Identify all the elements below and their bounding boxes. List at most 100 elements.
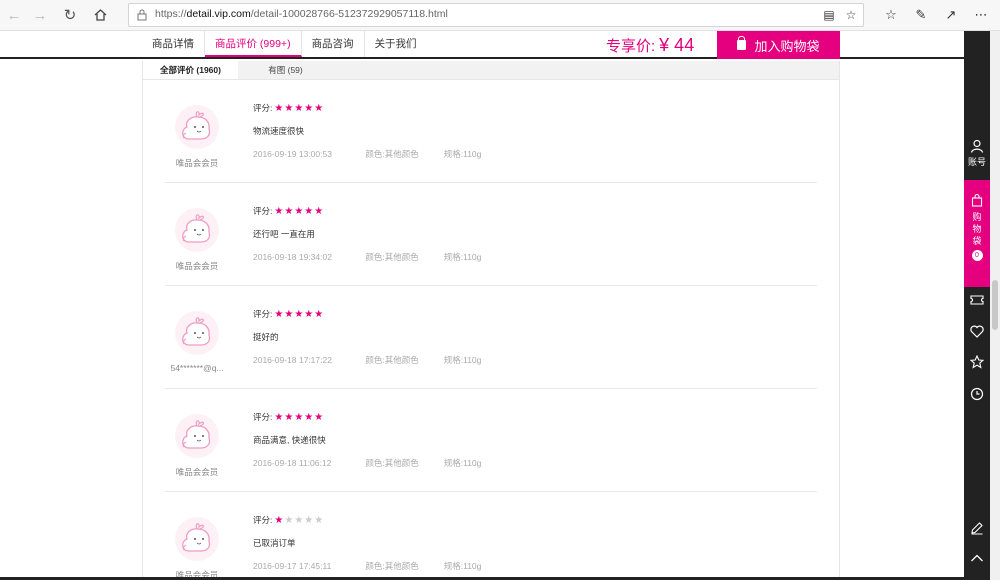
star-icon: ★ [304, 411, 315, 423]
review-spec: 规格:110g [443, 561, 482, 571]
review-date: 2016-09-18 17:17:22 [253, 355, 332, 365]
review-item: 唯品会会员 评分: ★★★★★ 商品满意, 快递很快 2016-09-18 11… [165, 389, 817, 492]
url-text: https://detail.vip.com/detail-100028766-… [155, 8, 448, 20]
review-color: 颜色:其他颜色 [365, 458, 419, 468]
collect-button[interactable] [964, 355, 990, 369]
review-color: 颜色:其他颜色 [365, 355, 419, 365]
user-icon [970, 139, 984, 153]
rating: 评分: ★★★★★ [253, 102, 324, 114]
star-icon: ★ [314, 514, 325, 526]
mascot-avatar-icon [182, 420, 211, 449]
review-color: 颜色:其他颜色 [365, 252, 419, 262]
mascot-avatar-icon [182, 214, 211, 243]
score-label: 评分: [253, 103, 273, 113]
star-icon: ★ [284, 514, 295, 526]
favorites-list-icon[interactable]: ☆ [880, 5, 902, 25]
tab-about[interactable]: 关于我们 [365, 31, 427, 57]
score-label: 评分: [253, 309, 273, 319]
review-date: 2016-09-18 19:34:02 [253, 252, 332, 262]
bag-icon [737, 36, 747, 50]
price-label: 专享价: [606, 38, 656, 55]
share-icon[interactable]: ↗ [940, 5, 962, 25]
more-icon[interactable]: ⋯ [970, 5, 992, 25]
heart-icon [970, 325, 984, 338]
coupon-button[interactable] [964, 295, 990, 305]
review-text: 挺好的 [253, 332, 279, 342]
scrollbar-thumb[interactable] [992, 280, 998, 330]
star-icon: ★ [304, 308, 315, 320]
rating: 评分: ★★★★★ [253, 205, 324, 217]
tab-with-photos[interactable]: 有图 (59) [238, 61, 333, 79]
right-sidebar: 账号 购 物 袋 0 [964, 31, 990, 580]
stars: ★★★★★ [274, 515, 324, 526]
tab-reviews[interactable]: 商品评价 (999+) [205, 31, 302, 57]
star-icon: ★ [274, 514, 285, 526]
reviews-panel: 全部评价 (1960) 有图 (59) 唯品会会员 评分: ★★★★★ 物流速度… [142, 61, 840, 580]
lock-icon [137, 9, 147, 21]
back-icon[interactable]: ← [2, 4, 26, 26]
review-meta: 2016-09-18 17:17:22 颜色:其他颜色 规格:110g [253, 354, 481, 366]
rating: 评分: ★★★★★ [253, 514, 324, 526]
cart-label-2: 物 [972, 224, 982, 234]
edit-icon [971, 522, 983, 535]
star-icon: ★ [294, 102, 305, 114]
rating: 评分: ★★★★★ [253, 308, 324, 320]
star-icon: ★ [294, 308, 305, 320]
star-icon: ★ [314, 411, 325, 423]
reading-view-icon[interactable]: ▤ [821, 7, 837, 23]
product-tabs: 商品详情 商品评价 (999+) 商品咨询 关于我们 [142, 31, 427, 57]
star-icon: ★ [284, 205, 295, 217]
score-label: 评分: [253, 206, 273, 216]
ticket-icon [970, 295, 984, 305]
feedback-button[interactable] [964, 521, 990, 535]
address-bar[interactable]: https://detail.vip.com/detail-100028766-… [128, 3, 864, 27]
review-text: 还行吧 一直在用 [253, 229, 315, 239]
star-icon: ★ [304, 205, 315, 217]
rating: 评分: ★★★★★ [253, 411, 324, 423]
reviewer-name: 唯品会会员 [175, 467, 219, 477]
account-button[interactable]: 账号 [964, 139, 990, 168]
review-meta: 2016-09-18 19:34:02 颜色:其他颜色 规格:110g [253, 251, 481, 263]
review-text: 商品满意, 快递很快 [253, 435, 326, 445]
cart-label-1: 购 [972, 212, 982, 222]
avatar [175, 105, 219, 149]
reviewer-name: 54*******@q... [170, 363, 224, 373]
tab-details[interactable]: 商品详情 [142, 31, 205, 57]
review-meta: 2016-09-17 17:45:11 颜色:其他颜色 规格:110g [253, 560, 481, 572]
add-to-cart-button[interactable]: 加入购物袋 [717, 31, 840, 59]
review-date: 2016-09-17 17:45:11 [253, 561, 332, 571]
star-icon [970, 355, 984, 369]
favorite-star-icon[interactable]: ☆ [843, 7, 859, 23]
home-icon[interactable] [88, 4, 112, 26]
review-color: 颜色:其他颜色 [365, 149, 419, 159]
history-button[interactable] [964, 387, 990, 401]
pen-icon[interactable]: ✎ [910, 5, 932, 25]
tab-all-reviews[interactable]: 全部评价 (1960) [143, 61, 238, 79]
star-icon: ★ [314, 205, 325, 217]
review-meta: 2016-09-18 11:06:12 颜色:其他颜色 规格:110g [253, 457, 481, 469]
add-to-cart-label: 加入购物袋 [754, 38, 820, 54]
star-icon: ★ [274, 411, 285, 423]
favorites-button[interactable] [964, 325, 990, 338]
forward-icon[interactable]: → [28, 4, 52, 26]
cart-sidebar-button[interactable]: 购 物 袋 0 [964, 180, 990, 287]
shopping-bag-icon [971, 194, 983, 207]
star-icon: ★ [274, 102, 285, 114]
stars: ★★★★★ [274, 412, 324, 423]
star-icon: ★ [294, 205, 305, 217]
review-list: 唯品会会员 评分: ★★★★★ 物流速度很快 2016-09-19 13:00:… [143, 80, 839, 580]
cart-label-3: 袋 [972, 236, 982, 246]
star-icon: ★ [294, 514, 305, 526]
review-date: 2016-09-19 13:00:53 [253, 149, 332, 159]
star-icon: ★ [314, 102, 325, 114]
history-clock-icon [970, 387, 984, 401]
tab-consult[interactable]: 商品咨询 [302, 31, 365, 57]
avatar [175, 311, 219, 355]
back-to-top-button[interactable] [964, 553, 990, 563]
star-icon: ★ [304, 514, 315, 526]
review-text: 已取消订单 [253, 538, 296, 548]
star-icon: ★ [314, 308, 325, 320]
review-date: 2016-09-18 11:06:12 [253, 458, 332, 468]
refresh-icon[interactable]: ↻ [58, 4, 82, 26]
reviewer-name: 唯品会会员 [175, 158, 219, 168]
